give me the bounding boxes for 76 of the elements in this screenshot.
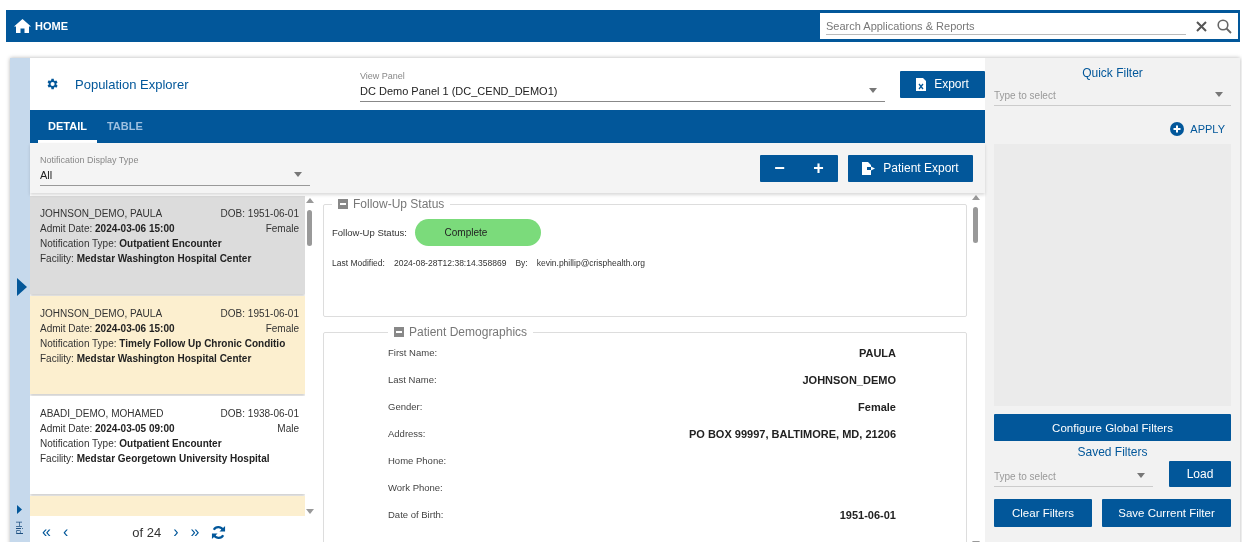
- status-dropdown[interactable]: Complete: [415, 219, 541, 246]
- collapse-icon[interactable]: [394, 327, 404, 337]
- page-title: Population Explorer: [75, 76, 189, 92]
- dob-text: DOB: 1938-06-01: [220, 408, 299, 419]
- gender-text: Female: [265, 223, 299, 234]
- apply-button[interactable]: APPLY: [1170, 122, 1225, 136]
- field-value: JOHNSON_DEMO: [802, 373, 896, 386]
- field-label: Work Phone:: [388, 482, 443, 493]
- field-label: By:: [515, 258, 528, 268]
- field-value: PAULA: [858, 346, 896, 359]
- view-panel-dropdown[interactable]: View Panel DC Demo Panel 1 (DC_CEND_DEMO1): [360, 66, 885, 102]
- save-filter-button[interactable]: Save Current Filter: [1102, 499, 1231, 527]
- collapse-button[interactable]: −: [760, 154, 799, 182]
- configure-filters-button[interactable]: Configure Global Filters: [994, 414, 1231, 441]
- facility-text: Facility: Medstar Georgetown University Hospital: [40, 453, 270, 464]
- notification-type-text: Notification Type: Outpatient Encounter: [40, 438, 222, 449]
- expand-button[interactable]: +: [799, 154, 838, 182]
- search-icon[interactable]: [1217, 18, 1232, 34]
- field-value: Female: [858, 400, 896, 413]
- export-button[interactable]: Export: [900, 70, 985, 98]
- load-button[interactable]: Load: [1169, 461, 1231, 487]
- page-count: of 24: [132, 524, 162, 540]
- patient-name: JOHNSON_DEMO, PAULA: [40, 208, 163, 219]
- caret-right-icon[interactable]: [17, 505, 22, 514]
- home-icon: [14, 19, 31, 33]
- section-title: Patient Demographics: [409, 325, 528, 339]
- field-label: First Name:: [388, 347, 438, 358]
- next-page-button[interactable]: ›: [173, 523, 179, 541]
- admit-date-text: Admit Date: 2024-03-05 09:00: [40, 423, 175, 434]
- field-label: Last Name:: [388, 374, 437, 385]
- section-title: Follow-Up Status: [353, 197, 445, 211]
- field-label: Date of Birth:: [388, 509, 444, 520]
- tab[interactable]: TABLE: [96, 120, 153, 143]
- excel-file-icon: [916, 77, 927, 91]
- first-page-button[interactable]: «: [42, 523, 51, 541]
- facility-text: Facility: Medstar Washington Hospital Center: [40, 353, 252, 364]
- field-value: kevin.phillip@crisphealth.org: [536, 258, 645, 268]
- notification-type-text: Notification Type: Timely Follow Up Chronic Conditio: [40, 338, 286, 349]
- field-label: Last Modified:: [332, 258, 385, 268]
- home-link[interactable]: HOME: [14, 19, 68, 33]
- gender-text: Male: [277, 423, 299, 434]
- plus-circle-icon: [1170, 122, 1185, 136]
- notification-type-text: Notification Type: Outpatient Encounter: [40, 238, 222, 249]
- search-field[interactable]: Search Applications & Reports: [820, 13, 1238, 39]
- last-page-button[interactable]: »: [190, 523, 200, 541]
- refresh-icon[interactable]: [211, 524, 227, 540]
- field-label: Address:: [388, 428, 426, 439]
- admit-date-text: Admit Date: 2024-03-06 15:00: [40, 323, 175, 334]
- previous-page-button[interactable]: ‹: [62, 523, 69, 541]
- admit-date-text: Admit Date: 2024-03-06 15:00: [40, 223, 175, 234]
- notification-type-dropdown[interactable]: Notification Display Type All: [40, 150, 310, 186]
- dob-text: DOB: 1951-06-01: [220, 308, 299, 319]
- patient-name: JOHNSON_DEMO, PAULA: [40, 308, 163, 319]
- notification-card[interactable]: JOHNSON_DEMO, PAULA DOB: 1951-06-01 Admit Date: 2024-03-06 15:00 Female Notification Type: Timely Follow Up Chronic Conditio Facility: Medstar Washington Hospital Center: [30, 296, 305, 394]
- field-value: 1951-06-01: [839, 508, 896, 521]
- notification-card[interactable]: ABADI_DEMO, MOHAMED DOB: 1938-06-01 Admit Date: 2024-03-05 09:00 Male Notification Type: Outpatient Encounter Facility: Medstar Georgetown University Hospital: [30, 396, 305, 494]
- quick-filter-title: Quick Filter: [1081, 66, 1144, 80]
- hide-label[interactable]: Hid: [14, 521, 24, 535]
- notification-card[interactable]: JOHNSON_DEMO, PAULA DOB: 1951-06-01 Admit Date: 2024-03-06 15:00 Female Notification Type: Outpatient Encounter Facility: Medstar Washington Hospital Center: [30, 196, 305, 294]
- dob-text: DOB: 1951-06-01: [220, 208, 299, 219]
- close-icon[interactable]: [1196, 20, 1207, 32]
- gender-text: Female: [265, 323, 299, 334]
- field-label: Gender:: [388, 401, 423, 412]
- patient-export-button[interactable]: Patient Export: [848, 154, 973, 182]
- field-value: PO BOX 99997, BALTIMORE, MD, 21206: [688, 427, 896, 440]
- field-value: 2024-08-28T12:38:14.358869: [393, 258, 507, 268]
- saved-filters-title: Saved Filters: [1076, 445, 1149, 459]
- field-label: Follow-Up Status:: [332, 227, 407, 238]
- facility-text: Facility: Medstar Washington Hospital Center: [40, 253, 252, 264]
- settings-icon[interactable]: [45, 77, 59, 91]
- field-label: Home Phone:: [388, 455, 447, 466]
- clear-filters-button[interactable]: Clear Filters: [994, 499, 1092, 527]
- file-export-icon: [862, 161, 876, 175]
- collapse-icon[interactable]: [338, 199, 348, 209]
- caret-right-icon[interactable]: [17, 278, 27, 296]
- patient-name: ABADI_DEMO, MOHAMED: [40, 408, 164, 419]
